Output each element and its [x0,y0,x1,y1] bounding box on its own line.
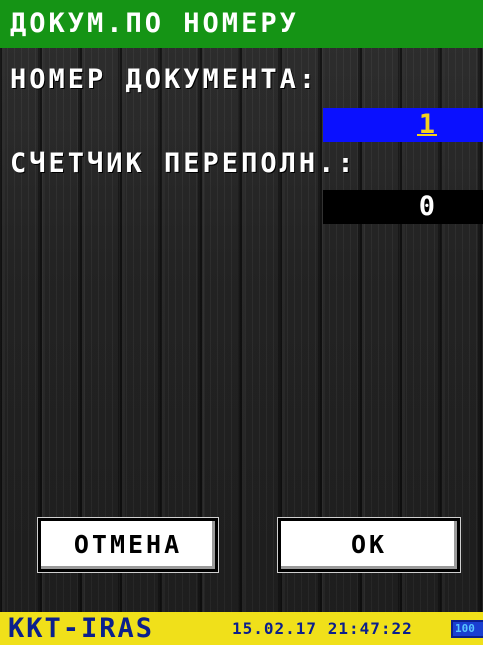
battery-level: 100 [455,622,475,635]
overflow-counter-label: СЧЕТЧИК ПЕРЕПОЛН.: [10,148,357,179]
title-bar: ДОКУМ.ПО НОМЕРУ [0,0,483,48]
document-number-field[interactable]: 1 [323,108,483,142]
battery-icon: 100 [451,620,483,638]
status-bar: KKT-IRAS 15.02.17 21:47:22 100 [0,612,483,645]
document-number-label: НОМЕР ДОКУМЕНТА: [10,64,319,95]
screen-title: ДОКУМ.ПО НОМЕРУ [10,8,299,39]
overflow-counter-value: 0 [418,191,435,222]
cancel-button[interactable]: ОТМЕНА [38,518,218,572]
overflow-counter-field[interactable]: 0 [323,190,483,224]
status-datetime: 15.02.17 21:47:22 [232,619,413,638]
device-name: KKT-IRAS [8,613,155,644]
text-cursor [417,134,437,136]
kkt-screen: ДОКУМ.ПО НОМЕРУ НОМЕР ДОКУМЕНТА: 1 СЧЕТЧ… [0,0,483,645]
document-number-value: 1 [418,109,435,140]
ok-button[interactable]: ОК [278,518,460,572]
